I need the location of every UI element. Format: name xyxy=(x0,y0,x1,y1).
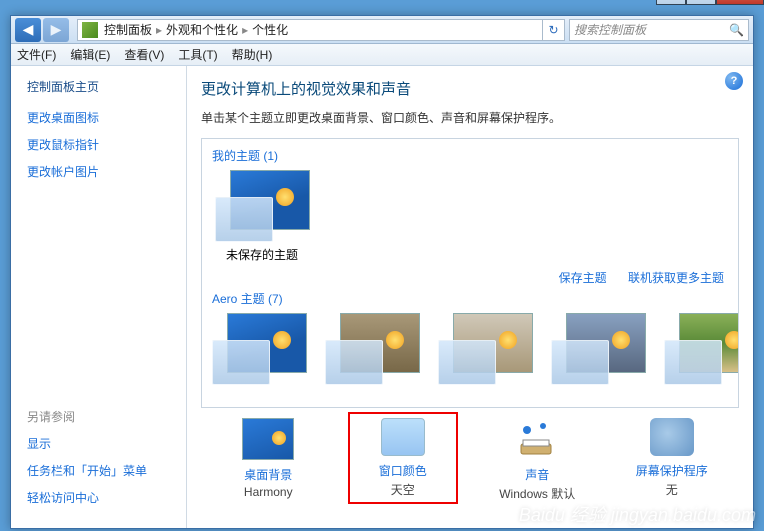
refresh-button[interactable]: ↻ xyxy=(543,19,565,41)
online-themes-link[interactable]: 联机获取更多主题 xyxy=(628,271,724,285)
sidebar-link-taskbar[interactable]: 任务栏和「开始」菜单 xyxy=(27,462,186,479)
aero-theme-2[interactable] xyxy=(325,313,420,389)
setting-value: 无 xyxy=(617,481,727,498)
desktop-background-item[interactable]: 桌面背景 Harmony xyxy=(213,418,323,504)
bottom-settings-row: 桌面背景 Harmony 窗口颜色 天空 声音 Windows 默认 xyxy=(201,408,739,504)
sounds-item[interactable]: 声音 Windows 默认 xyxy=(482,418,592,504)
save-theme-link[interactable]: 保存主题 xyxy=(559,271,607,285)
titlebar: ◀ ▶ 控制面板 ▸ 外观和个性化 ▸ 个性化 ↻ 搜索控制面板 🔍 xyxy=(11,16,753,44)
setting-label: 声音 xyxy=(482,466,592,483)
sidebar-link-account-picture[interactable]: 更改帐户图片 xyxy=(27,163,186,180)
breadcrumb-l1[interactable]: 外观和个性化 xyxy=(166,21,238,38)
menu-edit[interactable]: 编辑(E) xyxy=(70,46,110,63)
sidebar: 控制面板主页 更改桌面图标 更改鼠标指针 更改帐户图片 另请参阅 显示 任务栏和… xyxy=(11,66,186,528)
breadcrumb-l2[interactable]: 个性化 xyxy=(252,21,288,38)
glass-overlay-icon xyxy=(212,340,270,385)
setting-value: 天空 xyxy=(352,481,454,498)
control-panel-icon xyxy=(82,22,98,38)
sound-icon xyxy=(511,418,563,460)
maximize-button[interactable]: □ xyxy=(686,0,716,5)
theme-unsaved[interactable]: 未保存的主题 xyxy=(212,170,312,263)
setting-value: Windows 默认 xyxy=(482,485,592,502)
aero-theme-1[interactable] xyxy=(212,313,307,389)
wallpaper-icon xyxy=(242,418,294,460)
sidebar-link-desktop-icons[interactable]: 更改桌面图标 xyxy=(27,109,186,126)
page-title: 更改计算机上的视觉效果和声音 xyxy=(201,78,739,99)
glass-overlay-icon xyxy=(215,197,273,242)
screensaver-icon xyxy=(650,418,694,456)
screensaver-item[interactable]: 屏幕保护程序 无 xyxy=(617,418,727,504)
help-icon[interactable]: ? xyxy=(725,72,743,90)
my-themes-label: 我的主题 (1) xyxy=(212,147,728,164)
aero-theme-3[interactable] xyxy=(438,313,533,389)
aero-theme-5[interactable] xyxy=(664,313,739,389)
content-area: ? 更改计算机上的视觉效果和声音 单击某个主题立即更改桌面背景、窗口颜色、声音和… xyxy=(186,66,753,528)
glass-overlay-icon xyxy=(664,340,722,385)
setting-label: 窗口颜色 xyxy=(352,462,454,479)
theme-list: 我的主题 (1) 未保存的主题 保存主题 联机获取更多主题 Aero 主题 (7… xyxy=(201,138,739,408)
breadcrumb-sep-icon: ▸ xyxy=(242,23,248,37)
sidebar-link-ease-of-access[interactable]: 轻松访问中心 xyxy=(27,489,186,506)
setting-label: 屏幕保护程序 xyxy=(617,462,727,479)
setting-value: Harmony xyxy=(213,485,323,499)
glass-overlay-icon xyxy=(438,340,496,385)
back-button[interactable]: ◀ xyxy=(15,18,41,42)
search-input[interactable]: 搜索控制面板 🔍 xyxy=(569,19,749,41)
sidebar-link-mouse-pointer[interactable]: 更改鼠标指针 xyxy=(27,136,186,153)
aero-themes-label: Aero 主题 (7) xyxy=(212,290,728,307)
search-icon: 🔍 xyxy=(729,23,744,37)
glass-overlay-icon xyxy=(551,340,609,385)
menu-help[interactable]: 帮助(H) xyxy=(232,46,273,63)
forward-button[interactable]: ▶ xyxy=(43,18,69,42)
search-placeholder: 搜索控制面板 xyxy=(574,21,646,38)
menubar: 文件(F) 编辑(E) 查看(V) 工具(T) 帮助(H) xyxy=(11,44,753,66)
sidebar-link-display[interactable]: 显示 xyxy=(27,435,186,452)
breadcrumb-root[interactable]: 控制面板 xyxy=(104,21,152,38)
sidebar-also-label: 另请参阅 xyxy=(27,408,186,425)
window-color-icon xyxy=(381,418,425,456)
close-button[interactable]: × xyxy=(716,0,764,5)
menu-tools[interactable]: 工具(T) xyxy=(178,46,217,63)
breadcrumb-sep-icon: ▸ xyxy=(156,23,162,37)
menu-view[interactable]: 查看(V) xyxy=(124,46,164,63)
theme-label: 未保存的主题 xyxy=(212,246,312,263)
setting-label: 桌面背景 xyxy=(213,466,323,483)
aero-theme-4[interactable] xyxy=(551,313,646,389)
sidebar-home[interactable]: 控制面板主页 xyxy=(27,78,186,95)
window-color-item[interactable]: 窗口颜色 天空 xyxy=(348,412,458,504)
page-subtitle: 单击某个主题立即更改桌面背景、窗口颜色、声音和屏幕保护程序。 xyxy=(201,109,739,126)
menu-file[interactable]: 文件(F) xyxy=(17,46,56,63)
control-panel-window: ◀ ▶ 控制面板 ▸ 外观和个性化 ▸ 个性化 ↻ 搜索控制面板 🔍 文件(F)… xyxy=(10,15,754,529)
breadcrumb[interactable]: 控制面板 ▸ 外观和个性化 ▸ 个性化 xyxy=(77,19,543,41)
minimize-button[interactable]: — xyxy=(656,0,686,5)
glass-overlay-icon xyxy=(325,340,383,385)
